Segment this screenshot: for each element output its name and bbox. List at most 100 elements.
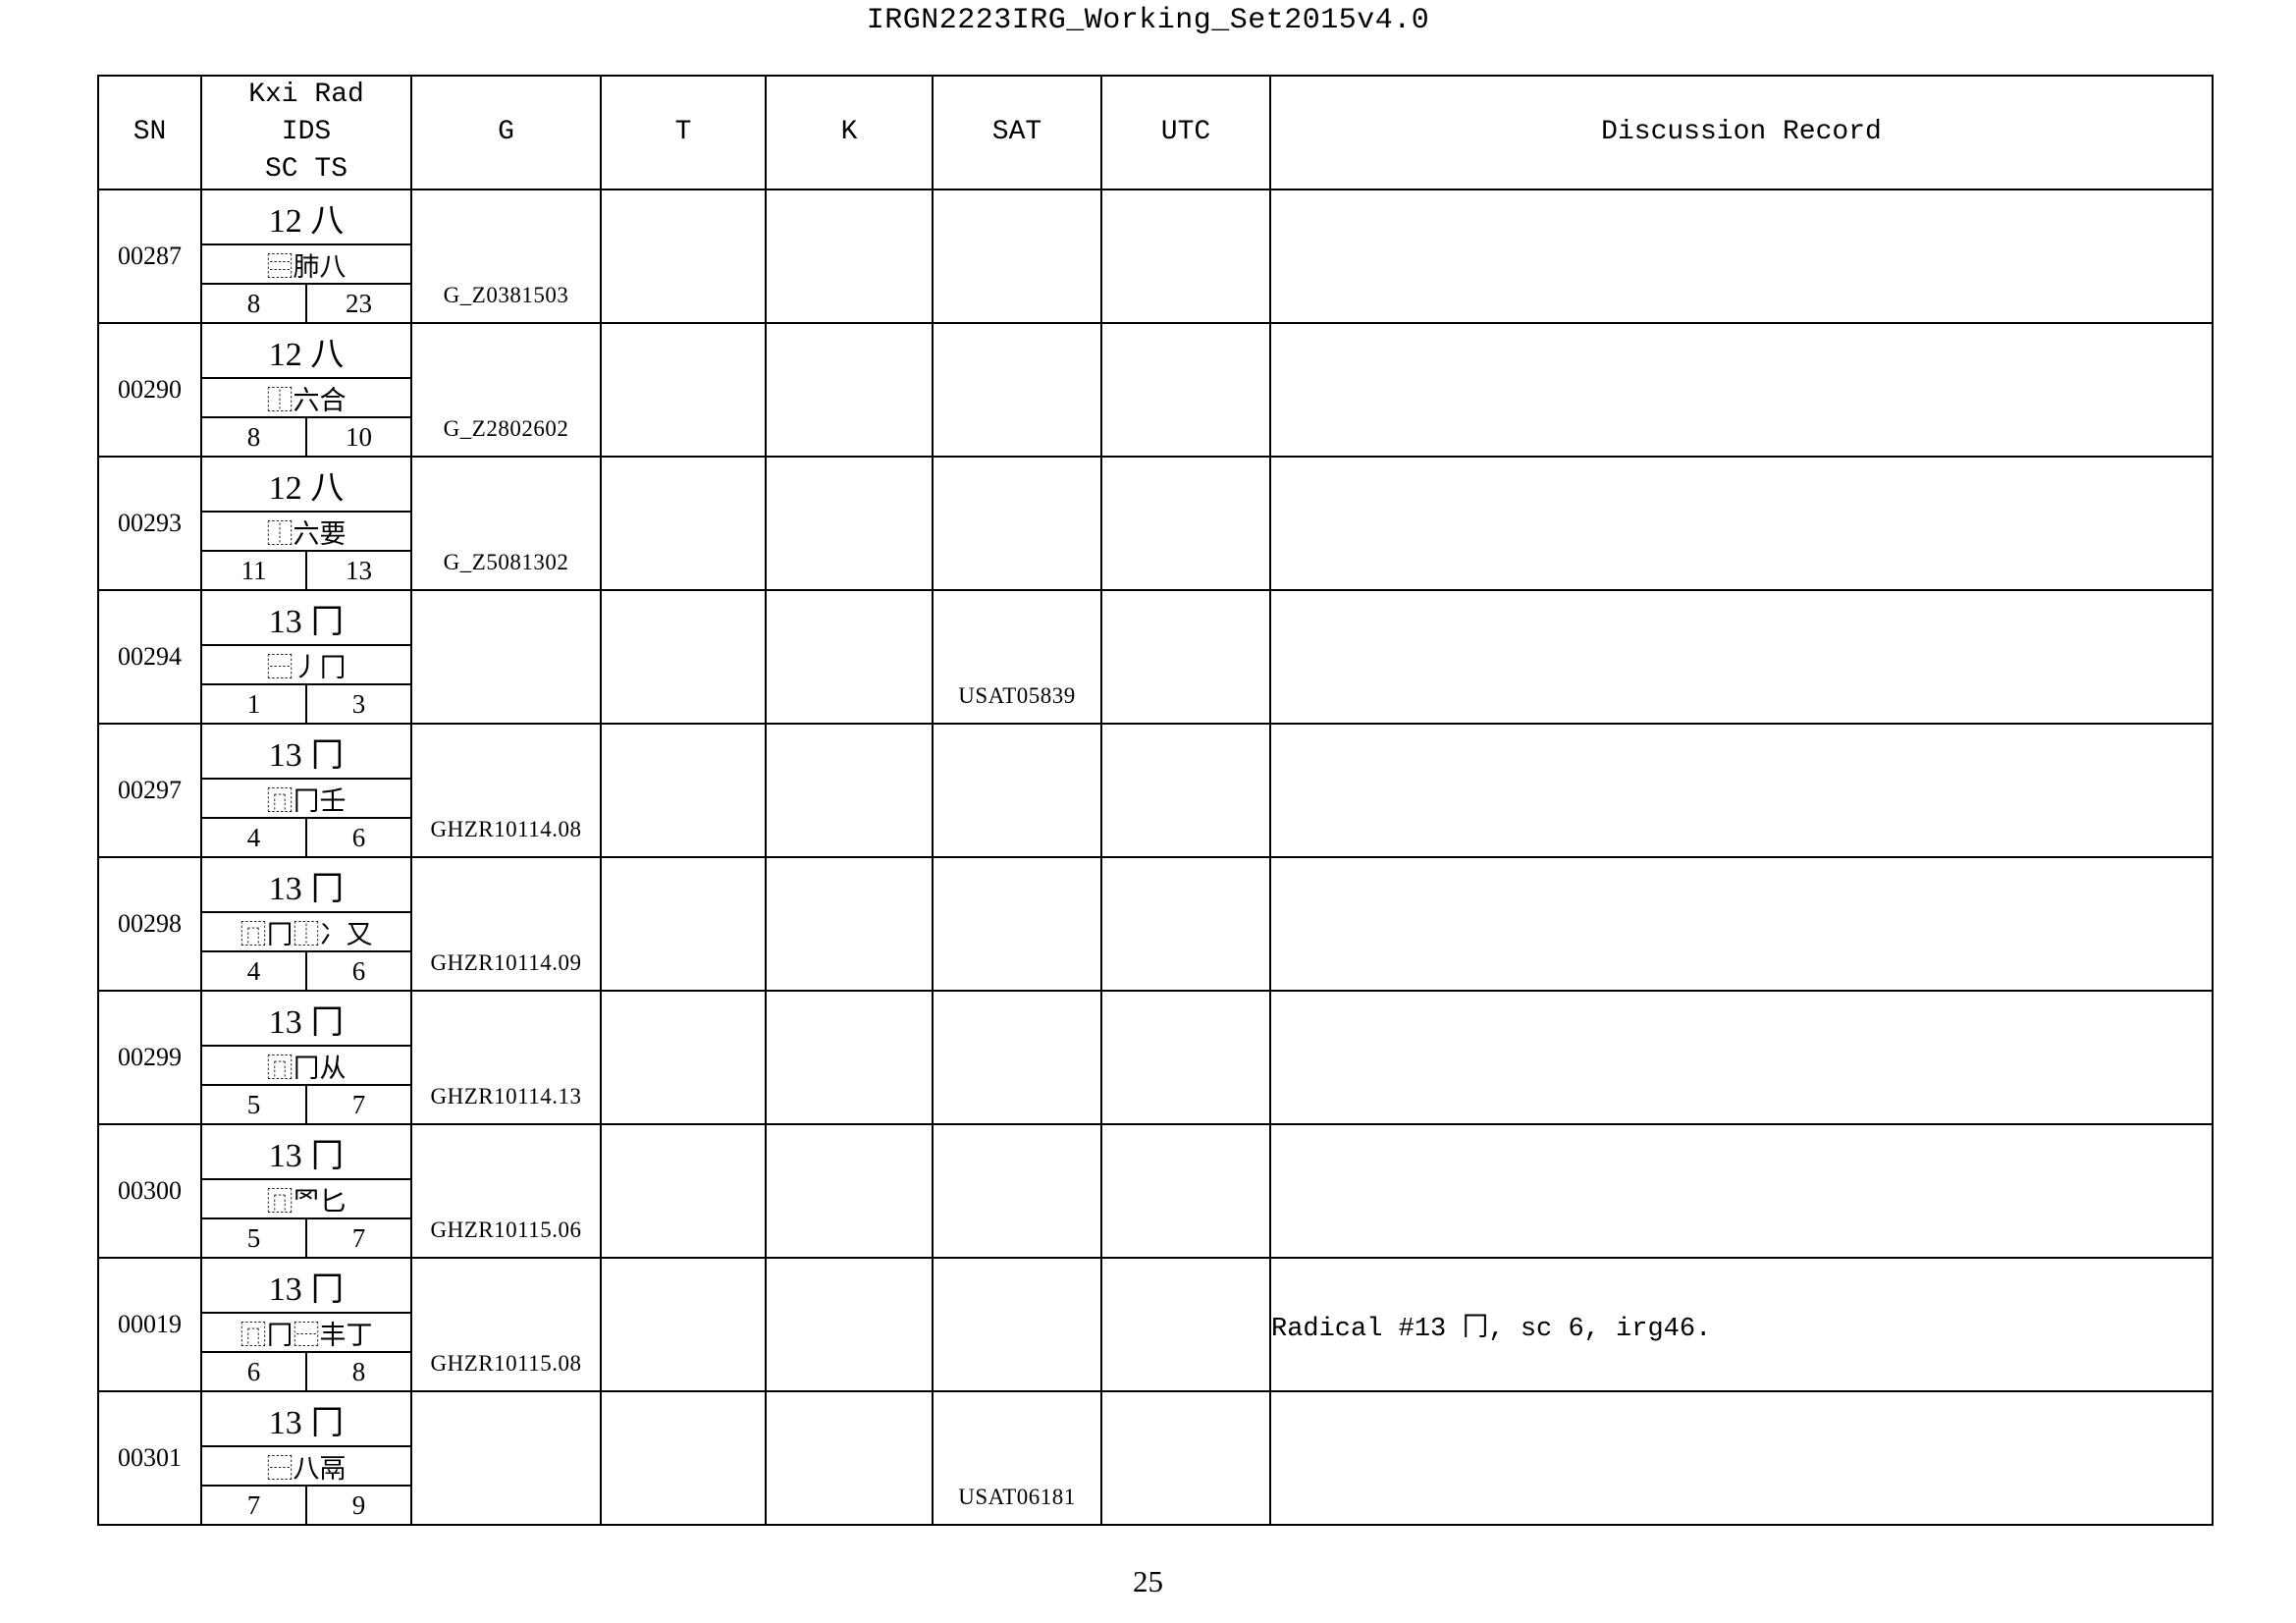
sat-source-cell: [933, 724, 1101, 857]
discussion-record-cell: [1270, 590, 2213, 724]
table-row: 00299 13 冂 ⿵冂从 5 7 𭁔 GHZR10114.13: [98, 991, 2213, 1124]
total-strokes: 9: [307, 1487, 410, 1524]
sat-glyph: 𭁑: [934, 605, 1100, 683]
stroke-count: 4: [202, 819, 307, 856]
kxi-cell: 13 冂 ⿵冂⿰冫又 4 6: [201, 857, 411, 991]
g-source-code: GHZR10114.13: [412, 1084, 600, 1109]
g-source-cell: [411, 590, 601, 724]
discussion-record-cell: [1270, 457, 2213, 590]
header-k: K: [766, 76, 933, 189]
table-body: 00287 12 八 ⿳肺八 8 23 𫥃 G_Z0381503 00290 1…: [98, 189, 2213, 1525]
discussion-record-cell: [1270, 323, 2213, 457]
sn-cell: 00300: [98, 1124, 201, 1258]
g-source-cell: 𫥃 G_Z0381503: [411, 189, 601, 323]
sn-cell: 00019: [98, 1258, 201, 1391]
header-kxi-line1: Kxi Rad: [202, 77, 410, 114]
g-source-code: GHZR10114.09: [412, 950, 600, 976]
header-g: G: [411, 76, 601, 189]
total-strokes: 6: [307, 952, 410, 990]
total-strokes: 7: [307, 1086, 410, 1123]
sat-source-cell: [933, 1258, 1101, 1391]
sat-source-cell: [933, 991, 1101, 1124]
stroke-count: 7: [202, 1487, 307, 1524]
g-source-cell: 𭁒 GHZR10114.08: [411, 724, 601, 857]
stroke-count: 8: [202, 285, 307, 322]
header-kxi: Kxi Rad IDS SC TS: [201, 76, 411, 189]
sn-cell: 00298: [98, 857, 201, 991]
utc-source-cell: [1101, 1124, 1270, 1258]
sat-source-cell: 𭁗 USAT06181: [933, 1391, 1101, 1525]
sat-source-cell: [933, 189, 1101, 323]
sn-cell: 00290: [98, 323, 201, 457]
radical-value: 13 冂: [202, 1392, 410, 1447]
ids-value: ⿰六合: [202, 379, 410, 418]
header-kxi-line3: SC TS: [202, 151, 410, 189]
g-source-code: GHZR10115.08: [412, 1351, 600, 1377]
g-source-code: G_Z0381503: [412, 283, 600, 308]
utc-source-cell: [1101, 724, 1270, 857]
g-source-cell: 𭁌 G_Z5081302: [411, 457, 601, 590]
sn-cell: 00297: [98, 724, 201, 857]
header-sn: SN: [98, 76, 201, 189]
discussion-record-cell: Radical #13 冂, sc 6, irg46.: [1270, 1258, 2213, 1391]
kxi-cell: 12 八 ⿰六合 8 10: [201, 323, 411, 457]
ids-value: ⿵冂从: [202, 1047, 410, 1086]
radical-value: 13 冂: [202, 1259, 410, 1314]
g-source-code: GHZR10114.08: [412, 817, 600, 842]
radical-value: 13 冂: [202, 591, 410, 646]
g-glyph: 𭁒: [412, 738, 600, 817]
header-utc: UTC: [1101, 76, 1270, 189]
page-number: 25: [0, 1564, 2296, 1599]
kxi-cell: 12 八 ⿰六要 11 13: [201, 457, 411, 590]
utc-source-cell: [1101, 590, 1270, 724]
total-strokes: 23: [307, 285, 410, 322]
sat-glyph: 𭁗: [934, 1406, 1100, 1485]
sn-cell: 00293: [98, 457, 201, 590]
discussion-record-cell: [1270, 991, 2213, 1124]
ids-value: ⿳肺八: [202, 245, 410, 285]
discussion-record-cell: [1270, 724, 2213, 857]
sn-cell: 00301: [98, 1391, 201, 1525]
stroke-count: 5: [202, 1086, 307, 1123]
g-source-code: G_Z2802602: [412, 416, 600, 442]
utc-source-cell: [1101, 857, 1270, 991]
ids-value: ⿱丿冂: [202, 646, 410, 685]
utc-source-cell: [1101, 1391, 1270, 1525]
g-source-cell: 𭁔 GHZR10114.13: [411, 991, 601, 1124]
g-source-code: G_Z5081302: [412, 550, 600, 575]
k-source-cell: [766, 1258, 933, 1391]
ids-value: ⿵冂壬: [202, 780, 410, 819]
table-header-row: SN Kxi Rad IDS SC TS G T K SAT UTC Discu…: [98, 76, 2213, 189]
t-source-cell: [601, 857, 766, 991]
sat-source-code: USAT06181: [934, 1485, 1100, 1510]
table-row: 00293 12 八 ⿰六要 11 13 𭁌 G_Z5081302: [98, 457, 2213, 590]
header-discussion: Discussion Record: [1270, 76, 2213, 189]
utc-source-cell: [1101, 1258, 1270, 1391]
k-source-cell: [766, 991, 933, 1124]
g-source-code: GHZR10115.06: [412, 1217, 600, 1243]
t-source-cell: [601, 1258, 766, 1391]
kxi-cell: 13 冂 ⿱八鬲 7 9: [201, 1391, 411, 1525]
total-strokes: 10: [307, 418, 410, 456]
k-source-cell: [766, 857, 933, 991]
sat-source-code: USAT05839: [934, 683, 1100, 709]
stroke-count: 5: [202, 1219, 307, 1257]
table-row: 00301 13 冂 ⿱八鬲 7 9 𭁗 USAT06181: [98, 1391, 2213, 1525]
k-source-cell: [766, 1391, 933, 1525]
total-strokes: 7: [307, 1219, 410, 1257]
g-glyph: 𭁌: [412, 471, 600, 550]
sat-source-cell: [933, 857, 1101, 991]
g-glyph: 𭁈: [412, 338, 600, 416]
g-glyph: 𭁖: [412, 1272, 600, 1351]
t-source-cell: [601, 590, 766, 724]
discussion-record-cell: [1270, 189, 2213, 323]
g-source-cell: 𭁈 G_Z2802602: [411, 323, 601, 457]
ids-value: ⿱八鬲: [202, 1447, 410, 1487]
kxi-cell: 12 八 ⿳肺八 8 23: [201, 189, 411, 323]
table-row: 00290 12 八 ⿰六合 8 10 𭁈 G_Z2802602: [98, 323, 2213, 457]
ids-value: ⿵冂⿱丰丁: [202, 1314, 410, 1353]
kxi-cell: 13 冂 ⿵冂⿱丰丁 6 8: [201, 1258, 411, 1391]
header-kxi-line2: IDS: [202, 114, 410, 151]
sn-cell: 00287: [98, 189, 201, 323]
k-source-cell: [766, 724, 933, 857]
